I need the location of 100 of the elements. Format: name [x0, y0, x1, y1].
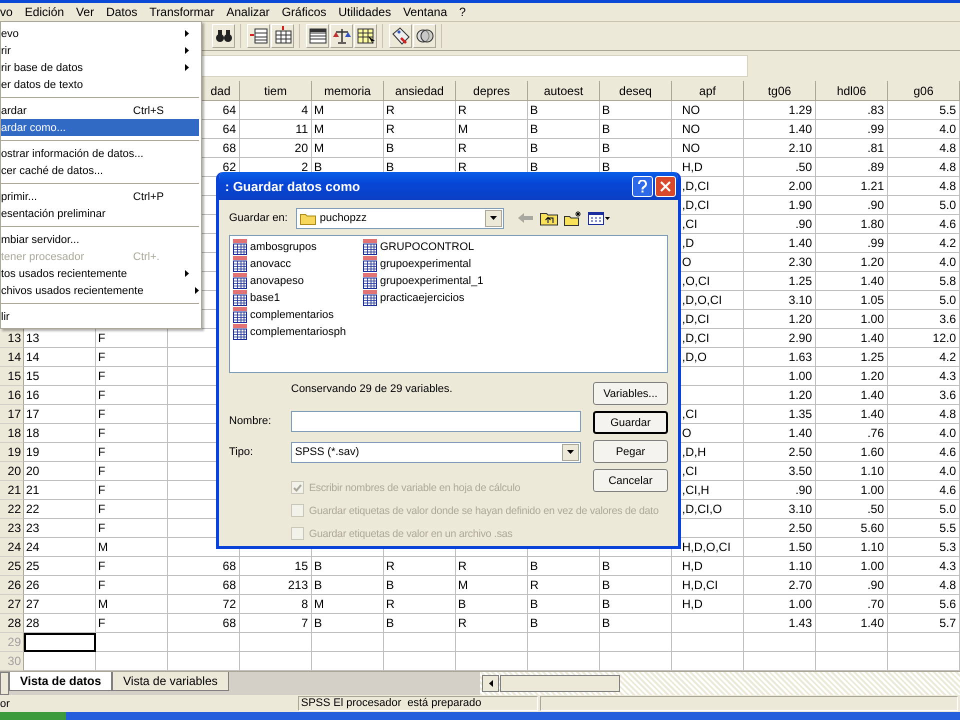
row-header[interactable]: 22 — [0, 500, 24, 519]
file-item[interactable]: complementarios — [232, 306, 362, 323]
row-header[interactable]: 16 — [0, 386, 24, 405]
menu-option[interactable]: mbiar servidor... — [1, 231, 199, 248]
variables-button[interactable]: Variables... — [593, 382, 668, 405]
menu-option[interactable]: rir base de datos — [1, 59, 199, 76]
row-header[interactable]: 19 — [0, 443, 24, 462]
toolbar-button[interactable] — [212, 24, 235, 48]
file-item[interactable]: complementariosph — [232, 323, 362, 340]
menu-item[interactable]: Utilidades — [332, 5, 398, 19]
toolbar-button[interactable] — [306, 24, 329, 48]
menu-item[interactable]: Ver — [70, 5, 100, 19]
row-header[interactable]: 23 — [0, 519, 24, 538]
menu-option[interactable]: primir... Ctrl+P — [1, 188, 199, 205]
row-header[interactable]: 21 — [0, 481, 24, 500]
table-cell — [744, 633, 816, 652]
file-item[interactable]: practicaejercicios — [362, 289, 522, 306]
row-header[interactable]: 27 — [0, 595, 24, 614]
spreadsheet-file-icon — [232, 238, 248, 254]
row-header[interactable]: 13 — [0, 329, 24, 348]
paste-button[interactable]: Pegar — [593, 440, 668, 463]
row-header[interactable]: 18 — [0, 424, 24, 443]
table-cell: 18 — [24, 424, 96, 443]
toolbar-button[interactable] — [271, 24, 294, 48]
menu-item[interactable]: ? — [453, 5, 472, 19]
column-header[interactable]: g06 — [888, 81, 960, 101]
menu-item[interactable]: Edición — [18, 5, 70, 19]
row-header[interactable]: 24 — [0, 538, 24, 557]
column-header[interactable]: deseq — [600, 81, 672, 101]
toolbar-button[interactable] — [389, 24, 412, 48]
toolbar-button[interactable] — [413, 24, 436, 48]
file-item[interactable]: GRUPOCONTROL — [362, 238, 522, 255]
file-item[interactable]: ambosgrupos — [232, 238, 362, 255]
row-header[interactable]: 26 — [0, 576, 24, 595]
file-item[interactable]: anovacc — [232, 255, 362, 272]
row-header[interactable]: 28 — [0, 614, 24, 633]
row-header[interactable]: 25 — [0, 557, 24, 576]
type-dropdown[interactable]: SPSS (*.sav) — [291, 442, 581, 462]
file-item[interactable]: grupoexperimental — [362, 255, 522, 272]
spreadsheet-file-icon — [362, 272, 378, 288]
menu-option[interactable]: chivos usados recientemente — [1, 282, 199, 299]
menu-option[interactable]: lir — [1, 308, 199, 325]
table-cell: 20 — [24, 462, 96, 481]
column-header[interactable]: autoest — [528, 81, 600, 101]
up-folder-icon[interactable] — [540, 210, 558, 226]
menu-item[interactable]: Ventana — [397, 5, 454, 19]
menu-item[interactable]: vo — [0, 5, 19, 19]
toolbar-button[interactable] — [247, 24, 270, 48]
menu-item[interactable]: Datos — [100, 5, 144, 19]
table-cell: M — [312, 120, 384, 139]
help-button[interactable] — [632, 176, 653, 196]
table-cell: B — [312, 614, 384, 633]
scrollbar-thumb[interactable] — [500, 675, 620, 692]
menu-option[interactable]: evo — [1, 25, 199, 42]
row-header[interactable]: 17 — [0, 405, 24, 424]
start-button[interactable] — [0, 712, 66, 720]
close-button[interactable] — [655, 176, 676, 196]
column-header[interactable]: ansiedad — [384, 81, 456, 101]
menu-option[interactable]: rir — [1, 42, 199, 59]
cancel-button[interactable]: Cancelar — [593, 469, 668, 492]
toolbar-button[interactable] — [354, 24, 377, 48]
file-item[interactable]: grupoexperimental_1 — [362, 272, 522, 289]
table-cell: 5.0 — [888, 291, 960, 310]
selected-cell[interactable] — [24, 633, 96, 652]
tab-scroll-button[interactable] — [0, 672, 9, 695]
file-item[interactable]: base1 — [232, 289, 362, 306]
new-folder-icon[interactable] — [564, 210, 582, 226]
checkbox-label: Guardar etiquetas de valor en un archivo .sas — [309, 528, 512, 540]
menu-option[interactable]: tos usados recientemente — [1, 265, 199, 282]
column-header[interactable]: apf — [672, 81, 744, 101]
table-cell: B — [600, 595, 672, 614]
menu-option[interactable]: esentación preliminar — [1, 205, 199, 222]
menu-item[interactable]: Gráficos — [276, 5, 332, 19]
row-header[interactable]: 20 — [0, 462, 24, 481]
column-header[interactable]: tg06 — [744, 81, 816, 101]
table-cell: R — [456, 101, 528, 120]
menu-item[interactable]: Transformar — [143, 5, 220, 19]
horizontal-scrollbar[interactable] — [480, 672, 960, 695]
column-header[interactable]: depres — [456, 81, 528, 101]
location-dropdown[interactable]: puchopzz — [296, 208, 504, 228]
save-button[interactable]: Guardar — [593, 411, 668, 434]
sheet-tab[interactable]: Vista de datos — [9, 672, 112, 691]
toolbar-button[interactable] — [330, 24, 353, 48]
column-header[interactable]: memoria — [312, 81, 384, 101]
table-cell — [384, 633, 456, 652]
name-input-field[interactable] — [291, 410, 581, 432]
sheet-tab[interactable]: Vista de variables — [112, 672, 229, 691]
table-cell: 5.5 — [888, 519, 960, 538]
menu-item[interactable]: Analizar — [220, 5, 276, 19]
row-header[interactable]: 15 — [0, 367, 24, 386]
column-header[interactable]: tiem — [240, 81, 312, 101]
table-cell: B — [600, 101, 672, 120]
scroll-left-button[interactable] — [482, 675, 499, 692]
column-header[interactable]: hdl06 — [816, 81, 888, 101]
file-item[interactable]: anovapeso — [232, 272, 362, 289]
dropdown-button[interactable] — [484, 210, 502, 226]
dropdown-button[interactable] — [562, 444, 579, 460]
menu-option[interactable]: ardar como... — [1, 119, 199, 136]
view-menu-icon[interactable] — [588, 212, 610, 224]
row-header[interactable]: 14 — [0, 348, 24, 367]
